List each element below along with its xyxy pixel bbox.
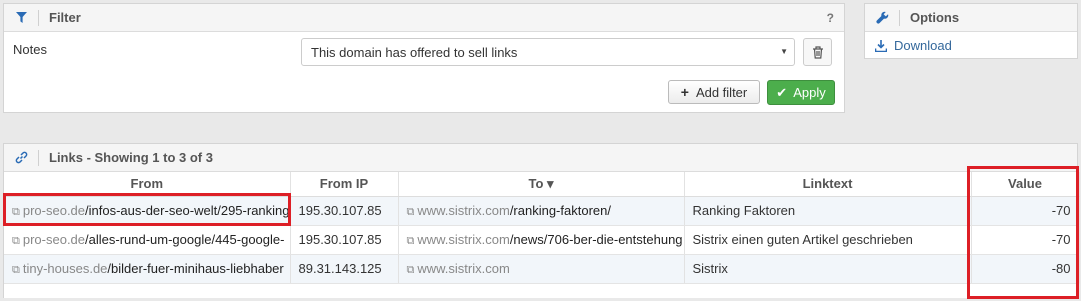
links-title: Links - Showing 1 to 3 of 3: [49, 150, 213, 165]
plus-icon: +: [680, 84, 689, 100]
trash-icon: [812, 45, 823, 59]
column-linktext[interactable]: Linktext: [684, 172, 972, 197]
from-cell[interactable]: ⧉ pro-seo.de/infos-aus-der-seo-welt/295-r…: [4, 196, 291, 226]
from-ip-cell: 195.30.107.85: [290, 196, 399, 226]
table-row: ⧉ pro-seo.de/infos-aus-der-seo-welt/295-r…: [4, 196, 1080, 226]
external-link-icon: ⧉: [406, 263, 415, 276]
from-domain: pro-seo.de: [22, 231, 86, 247]
value-cell: -70: [971, 225, 1080, 255]
notes-select[interactable]: This domain has offered to sell links ▼: [301, 38, 795, 66]
notes-label: Notes: [13, 42, 47, 57]
download-icon: [875, 39, 887, 52]
filter-title: Filter: [49, 10, 81, 25]
wrench-icon: [875, 11, 889, 24]
caret-down-icon: ▼: [780, 47, 788, 56]
from-ip-cell: 89.31.143.125: [290, 254, 399, 284]
links-table: From From IP To ▾ Linktext Value ⧉ pro-se…: [4, 172, 1080, 284]
column-from[interactable]: From: [4, 172, 291, 197]
from-cell[interactable]: ⧉ pro-seo.de/alles-rund-um-google/445-goo…: [4, 225, 291, 255]
external-link-icon: ⧉: [406, 234, 415, 247]
add-filter-button[interactable]: + Add filter: [668, 80, 760, 104]
table-row: ⧉ pro-seo.de/alles-rund-um-google/445-goo…: [4, 225, 1080, 255]
options-header: Options: [865, 4, 1077, 32]
to-domain: www.sistrix.com: [417, 202, 510, 218]
notes-select-value: This domain has offered to sell links: [311, 44, 518, 60]
funnel-icon: [14, 12, 28, 23]
filter-panel: Filter ? Notes This domain has offered t…: [3, 3, 845, 113]
external-link-icon: ⧉: [406, 205, 415, 218]
from-domain: tiny-houses.de: [22, 260, 108, 276]
to-domain: www.sistrix.com: [417, 260, 510, 276]
help-icon[interactable]: ?: [827, 11, 834, 25]
to-path: /news/706-ber-die-entstehung: [509, 231, 683, 247]
add-filter-label: Add filter: [695, 84, 748, 100]
apply-button[interactable]: ✔ Apply: [767, 80, 835, 105]
to-cell[interactable]: ⧉ www.sistrix.com: [398, 254, 685, 284]
download-label: Download: [894, 38, 952, 53]
external-link-icon: ⧉: [12, 205, 20, 218]
links-header: Links - Showing 1 to 3 of 3: [4, 144, 1077, 172]
from-cell[interactable]: ⧉ tiny-houses.de/bilder-fuer-minihaus-lie…: [4, 254, 291, 284]
filter-header: Filter ?: [4, 4, 844, 32]
from-path: /bilder-fuer-minihaus-liebhaber: [107, 260, 284, 276]
table-row: ⧉ tiny-houses.de/bilder-fuer-minihaus-lie…: [4, 254, 1080, 284]
linktext-cell: Sistrix einen guten Artikel geschrieben: [684, 225, 972, 255]
to-path: /ranking-faktoren/: [509, 202, 611, 218]
check-icon: ✔: [776, 84, 788, 100]
linktext-cell: Sistrix: [684, 254, 972, 284]
value-cell: -70: [971, 196, 1080, 226]
to-cell[interactable]: ⧉ www.sistrix.com/news/706-ber-die-entste…: [398, 225, 685, 255]
from-ip-cell: 195.30.107.85: [290, 225, 399, 255]
link-icon: [14, 151, 28, 164]
delete-filter-button[interactable]: [803, 38, 832, 66]
from-path: /infos-aus-der-seo-welt/295-ranking-fakt…: [85, 202, 290, 218]
linktext-cell: Ranking Faktoren: [684, 196, 972, 226]
apply-label: Apply: [793, 85, 826, 100]
column-from-ip[interactable]: From IP: [290, 172, 399, 197]
from-path: /alles-rund-um-google/445-google-: [85, 231, 285, 247]
column-value[interactable]: Value: [971, 172, 1080, 197]
to-cell[interactable]: ⧉ www.sistrix.com/ranking-faktoren/: [398, 196, 685, 226]
from-domain: pro-seo.de: [22, 202, 86, 218]
links-panel: Links - Showing 1 to 3 of 3 From From IP…: [3, 143, 1080, 298]
external-link-icon: ⧉: [12, 263, 20, 276]
download-link[interactable]: Download: [875, 38, 952, 53]
options-title: Options: [910, 10, 960, 25]
to-domain: www.sistrix.com: [417, 231, 510, 247]
options-panel: Options Download: [864, 3, 1078, 59]
column-to[interactable]: To ▾: [398, 172, 685, 197]
external-link-icon: ⧉: [12, 234, 20, 247]
value-cell: -80: [971, 254, 1080, 284]
